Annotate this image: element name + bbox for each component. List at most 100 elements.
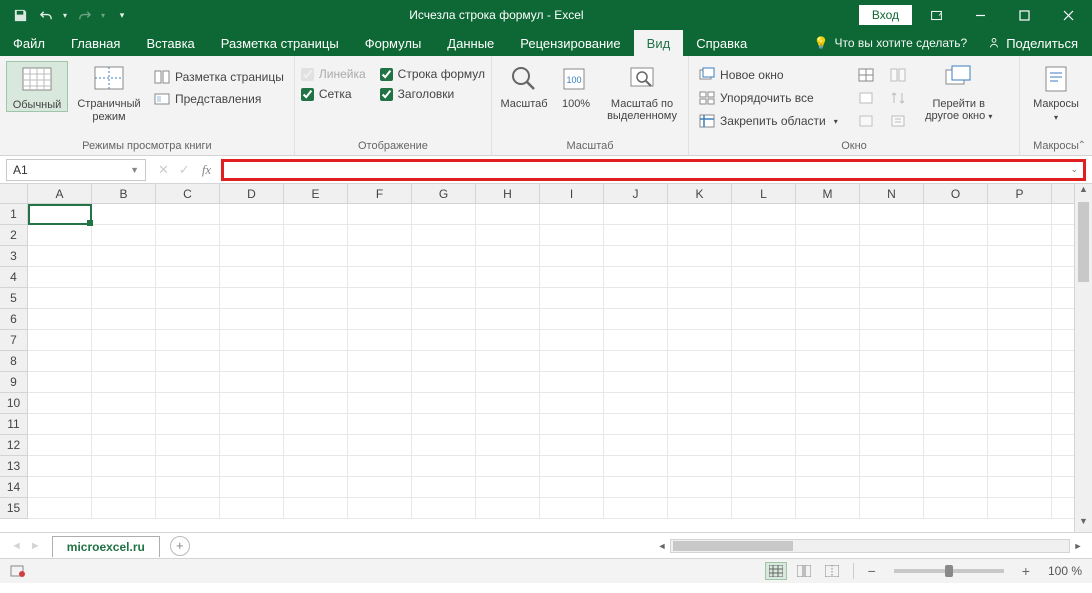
cell[interactable] [540,309,604,329]
cell[interactable] [540,330,604,350]
undo-icon[interactable] [34,3,58,27]
qat-customize-icon[interactable]: ▾ [110,3,134,27]
zoom-100-button[interactable]: 100 100% [554,61,598,110]
cell[interactable] [220,414,284,434]
cell[interactable] [412,393,476,413]
cell[interactable] [988,351,1052,371]
cell[interactable] [28,498,92,518]
cell[interactable] [988,330,1052,350]
cell[interactable] [732,456,796,476]
cell[interactable] [988,435,1052,455]
cell[interactable] [348,456,412,476]
cell[interactable] [796,351,860,371]
column-header[interactable]: G [412,184,476,203]
cell[interactable] [220,393,284,413]
cell[interactable] [156,435,220,455]
cell[interactable] [604,477,668,497]
column-header[interactable]: F [348,184,412,203]
cell[interactable] [156,309,220,329]
cell[interactable] [28,267,92,287]
cell[interactable] [476,393,540,413]
cell[interactable] [412,246,476,266]
cell[interactable] [860,225,924,245]
cell[interactable] [348,309,412,329]
page-break-view-button[interactable]: Страничный режим [72,61,146,123]
scroll-down-icon[interactable]: ▼ [1075,516,1092,532]
row-header[interactable]: 1 [0,204,27,225]
cell[interactable] [220,456,284,476]
tab-file[interactable]: Файл [0,30,58,56]
cell[interactable] [220,477,284,497]
column-header[interactable]: H [476,184,540,203]
new-window-button[interactable]: Новое окно [695,65,842,85]
tab-data[interactable]: Данные [434,30,507,56]
cell[interactable] [156,414,220,434]
collapse-ribbon-icon[interactable]: ⌃ [1078,140,1086,151]
cell[interactable] [988,288,1052,308]
cell[interactable] [988,498,1052,518]
column-header[interactable]: E [284,184,348,203]
cell[interactable] [348,246,412,266]
cell[interactable] [156,246,220,266]
cell[interactable] [604,246,668,266]
row-header[interactable]: 14 [0,477,27,498]
cell[interactable] [92,393,156,413]
zoom-slider-thumb[interactable] [945,565,953,577]
cell[interactable] [860,246,924,266]
headings-checkbox[interactable]: Заголовки [380,87,485,101]
ribbon-display-options-icon[interactable] [916,0,956,30]
select-all-button[interactable] [0,184,28,204]
freeze-panes-button[interactable]: Закрепить области▾ [695,111,842,131]
cell[interactable] [92,204,156,224]
zoom-level[interactable]: 100 % [1048,564,1082,578]
cell[interactable] [860,372,924,392]
column-header[interactable]: I [540,184,604,203]
cell[interactable] [988,309,1052,329]
tab-home[interactable]: Главная [58,30,133,56]
cell[interactable] [604,225,668,245]
cell[interactable] [668,309,732,329]
cell[interactable] [540,267,604,287]
cell[interactable] [860,477,924,497]
cell[interactable] [92,498,156,518]
cell[interactable] [604,435,668,455]
page-layout-view-button[interactable]: Разметка страницы [150,67,288,87]
cell[interactable] [348,477,412,497]
cell[interactable] [604,330,668,350]
tab-formulas[interactable]: Формулы [352,30,435,56]
cell[interactable] [156,267,220,287]
sheet-nav-next-icon[interactable]: ► [27,540,44,552]
cell[interactable] [796,267,860,287]
cell[interactable] [988,225,1052,245]
cell[interactable] [28,309,92,329]
cell[interactable] [732,414,796,434]
cell[interactable] [604,288,668,308]
horizontal-scrollbar[interactable] [670,539,1070,553]
cell[interactable] [796,456,860,476]
cell[interactable] [540,456,604,476]
cell[interactable] [284,351,348,371]
column-header[interactable]: J [604,184,668,203]
cell[interactable] [668,288,732,308]
cell[interactable] [348,225,412,245]
cell[interactable] [924,414,988,434]
cell[interactable] [540,498,604,518]
cell[interactable] [220,498,284,518]
cell[interactable] [668,204,732,224]
tell-me-search[interactable]: 💡 Что вы хотите сделать? [814,36,968,50]
cell[interactable] [604,393,668,413]
name-box[interactable]: A1 ▼ [6,159,146,181]
cell[interactable] [796,204,860,224]
cell[interactable] [988,204,1052,224]
cell[interactable] [988,267,1052,287]
cell[interactable] [284,477,348,497]
cell[interactable] [28,414,92,434]
cell[interactable] [796,372,860,392]
cell[interactable] [284,393,348,413]
cell[interactable] [92,225,156,245]
cell[interactable] [92,351,156,371]
cell[interactable] [28,456,92,476]
hscroll-right-icon[interactable]: ► [1070,541,1086,551]
zoom-out-button[interactable]: − [864,563,880,579]
column-header[interactable]: M [796,184,860,203]
